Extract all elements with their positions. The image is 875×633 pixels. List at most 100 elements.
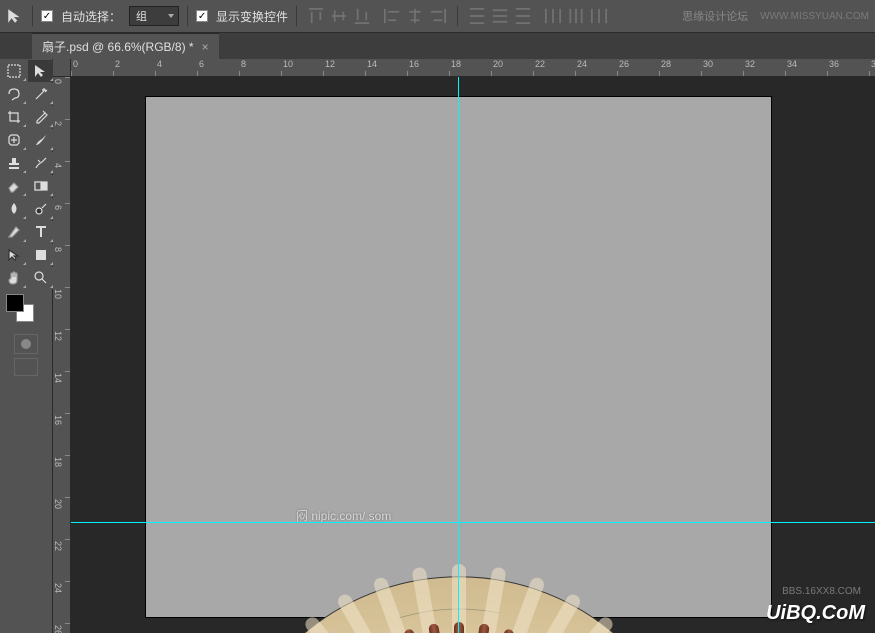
align-group-2: [381, 6, 449, 26]
ruler-tick: 18: [449, 59, 461, 77]
dist-vcenter-button[interactable]: [489, 6, 511, 26]
ruler-tick: 24: [575, 59, 587, 77]
auto-select-checkbox[interactable]: [41, 10, 53, 22]
ruler-tick: 8: [239, 59, 246, 77]
crop-tool[interactable]: [1, 106, 27, 128]
blur-tool[interactable]: [1, 198, 27, 220]
ruler-tick: 12: [53, 329, 71, 341]
path-select-tool[interactable]: [1, 244, 27, 266]
tab-close-icon[interactable]: ×: [202, 40, 209, 54]
align-top-button[interactable]: [305, 6, 327, 26]
show-transform-label: 显示变换控件: [216, 8, 288, 25]
tab-title: 扇子.psd @ 66.6%(RGB/8) *: [42, 38, 194, 55]
horizontal-ruler[interactable]: 02468101214161820222426283032343638: [71, 59, 875, 77]
type-tool[interactable]: [28, 221, 54, 243]
ruler-tick: 10: [53, 287, 71, 299]
toolbox: [0, 59, 53, 633]
screen-mode-toggle[interactable]: [14, 358, 38, 376]
ruler-tick: 26: [617, 59, 629, 77]
align-vcenter-button[interactable]: [328, 6, 350, 26]
align-bottom-button[interactable]: [351, 6, 373, 26]
align-left-button[interactable]: [381, 6, 403, 26]
ruler-tick: 20: [491, 59, 503, 77]
ruler-tick: 30: [701, 59, 713, 77]
document-tab-bar: 扇子.psd @ 66.6%(RGB/8) * ×: [0, 33, 875, 59]
distribute-group-1: [466, 6, 534, 26]
ruler-tick: 8: [53, 245, 71, 252]
ruler-tick: 16: [407, 59, 419, 77]
ruler-tick: 12: [323, 59, 335, 77]
ruler-tick: 14: [53, 371, 71, 383]
foreground-color-swatch[interactable]: [6, 294, 24, 312]
auto-select-dropdown[interactable]: 组: [129, 6, 179, 26]
active-tool-icon: [6, 7, 24, 25]
ruler-tick: 6: [53, 203, 71, 210]
horizontal-guide[interactable]: [71, 522, 875, 523]
ruler-tick: 26: [53, 623, 71, 633]
ruler-tick: 24: [53, 581, 71, 593]
ruler-tick: 20: [53, 497, 71, 509]
healing-tool[interactable]: [1, 129, 27, 151]
shape-tool[interactable]: [28, 244, 54, 266]
ruler-tick: 6: [197, 59, 204, 77]
ruler-tick: 14: [365, 59, 377, 77]
lasso-tool[interactable]: [1, 83, 27, 105]
auto-select-label: 自动选择：: [61, 8, 121, 25]
eyedropper-tool[interactable]: [28, 106, 54, 128]
ruler-tick: 34: [785, 59, 797, 77]
dist-bottom-button[interactable]: [512, 6, 534, 26]
ruler-tick: 22: [53, 539, 71, 551]
wand-tool[interactable]: [28, 83, 54, 105]
distribute-group-2: [542, 6, 610, 26]
ruler-tick: 36: [827, 59, 839, 77]
marquee-tool[interactable]: [1, 60, 27, 82]
gradient-tool[interactable]: [28, 175, 54, 197]
ruler-tick: 22: [533, 59, 545, 77]
divider: [32, 6, 33, 26]
zoom-tool[interactable]: [28, 267, 54, 289]
dist-hcenter-button[interactable]: [565, 6, 587, 26]
uibq-watermark: UiBQ.CoM: [766, 602, 865, 625]
ruler-tick: 18: [53, 455, 71, 467]
align-hcenter-button[interactable]: [404, 6, 426, 26]
dropdown-value: 组: [136, 8, 147, 24]
quick-mask-toggle[interactable]: [14, 334, 38, 354]
ruler-tick: 32: [743, 59, 755, 77]
align-right-button[interactable]: [427, 6, 449, 26]
ruler-tick: 2: [53, 119, 71, 126]
dodge-tool[interactable]: [28, 198, 54, 220]
bbs-watermark: BBS.16XX8.COM: [782, 586, 861, 597]
divider: [457, 6, 458, 26]
eraser-tool[interactable]: [1, 175, 27, 197]
ruler-tick: 38: [869, 59, 875, 77]
ruler-tick: 0: [71, 59, 78, 77]
vertical-guide[interactable]: [458, 77, 459, 633]
brush-tool[interactable]: [28, 129, 54, 151]
divider: [296, 6, 297, 26]
ruler-tick: 28: [659, 59, 671, 77]
vertical-ruler[interactable]: 02468101214161820222426: [53, 77, 71, 633]
hand-tool[interactable]: [1, 267, 27, 289]
document-tab[interactable]: 扇子.psd @ 66.6%(RGB/8) * ×: [32, 33, 219, 59]
options-bar: 自动选择： 组 显示变换控件 思缘设计论坛 WWW.MISSYUAN.COM: [0, 0, 875, 33]
canvas-area: 02468101214161820222426283032343638 0246…: [53, 59, 875, 633]
history-brush-tool[interactable]: [28, 152, 54, 174]
pen-tool[interactable]: [1, 221, 27, 243]
dist-top-button[interactable]: [466, 6, 488, 26]
brand-text: 思缘设计论坛: [682, 8, 748, 24]
ruler-tick: 4: [53, 161, 71, 168]
dist-right-button[interactable]: [588, 6, 610, 26]
viewport[interactable]: 闷 nipic.com/ som: [71, 77, 875, 633]
color-swatches: [0, 290, 52, 330]
ruler-tick: 16: [53, 413, 71, 425]
move-tool[interactable]: [28, 60, 54, 82]
dist-left-button[interactable]: [542, 6, 564, 26]
show-transform-checkbox[interactable]: [196, 10, 208, 22]
stamp-tool[interactable]: [1, 152, 27, 174]
divider: [187, 6, 188, 26]
ruler-tick: 0: [53, 77, 71, 84]
ruler-tick: 2: [113, 59, 120, 77]
ruler-origin[interactable]: [53, 59, 71, 77]
ruler-tick: 10: [281, 59, 293, 77]
ruler-tick: 4: [155, 59, 162, 77]
